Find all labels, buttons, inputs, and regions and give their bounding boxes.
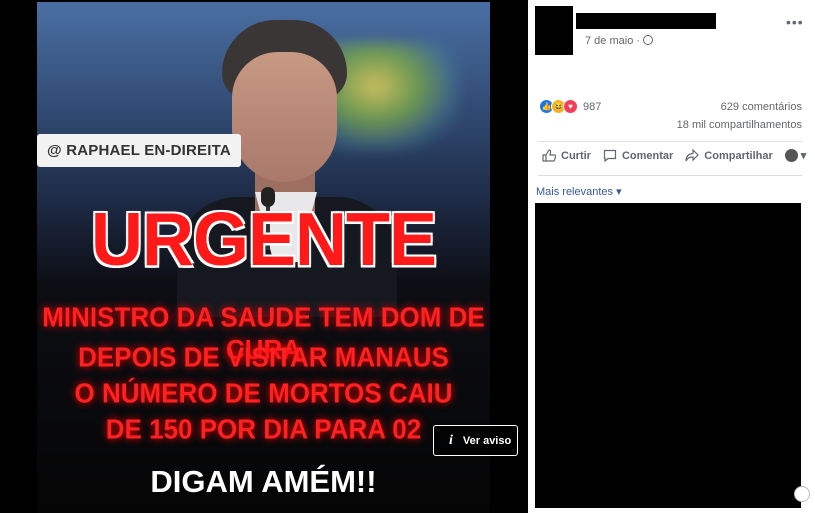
shares-count[interactable]: 18 mil compartilhamentos	[677, 119, 802, 131]
like-button[interactable]: Curtir	[542, 149, 591, 162]
divider	[538, 175, 802, 176]
post-date[interactable]: 7 de maio ·	[585, 35, 654, 47]
closing-text: DIGAM AMÉM!!	[150, 464, 377, 499]
globe-icon	[643, 35, 654, 45]
divider	[538, 141, 802, 142]
post-image[interactable]: @ RAPHAEL EN-DIREITA URGENTE MINISTRO DA…	[37, 2, 490, 513]
info-icon: i	[449, 432, 453, 448]
thumbs-up-icon	[542, 149, 556, 162]
post-sidebar: 7 de maio · ••• 👍 😆 ♥ 987 629 comentário…	[528, 0, 815, 513]
face	[232, 52, 337, 182]
comments-count[interactable]: 629 comentários	[721, 101, 802, 113]
share-label: Compartilhar	[704, 149, 773, 162]
reaction-count: 987	[583, 100, 602, 113]
share-button[interactable]: Compartilhar	[685, 149, 773, 162]
audience-selector[interactable]: ▾	[784, 149, 807, 162]
comment-sort-dropdown[interactable]: Mais relevantes ▾	[536, 185, 622, 198]
redacted-author-name[interactable]	[576, 13, 716, 29]
message-line-3: O NÚMERO DE MORTOS CAIU	[74, 377, 453, 409]
comment-button[interactable]: Comentar	[603, 149, 673, 162]
message-line-4: DE 150 POR DIA PARA 02	[105, 413, 422, 445]
see-warning-label: Ver aviso	[462, 434, 512, 447]
headline-urgente: URGENTE	[90, 198, 437, 282]
comment-icon	[603, 149, 617, 162]
like-label: Curtir	[561, 149, 591, 162]
message-line-2: DEPOIS DE VISITAR MANAUS	[78, 341, 449, 373]
small-avatar	[784, 149, 798, 162]
scroll-indicator[interactable]	[794, 486, 810, 502]
see-warning-button[interactable]: i Ver aviso	[433, 425, 518, 456]
share-icon	[685, 149, 700, 162]
avatar[interactable]	[535, 6, 573, 55]
more-options-button[interactable]: •••	[786, 14, 804, 30]
chevron-down-icon: ▾	[800, 150, 807, 162]
post-date-label[interactable]: 7 de maio	[585, 35, 633, 47]
love-reaction-icon: ♥	[563, 99, 578, 114]
author-tag: @ RAPHAEL EN-DIREITA	[37, 134, 241, 167]
action-bar: Curtir Comentar Compartilhar ▾	[542, 149, 815, 162]
redacted-comments	[535, 203, 801, 508]
reactions-summary[interactable]: 👍 😆 ♥ 987	[539, 99, 601, 114]
photo-viewer: @ RAPHAEL EN-DIREITA URGENTE MINISTRO DA…	[0, 0, 528, 513]
comment-label: Comentar	[621, 149, 674, 162]
